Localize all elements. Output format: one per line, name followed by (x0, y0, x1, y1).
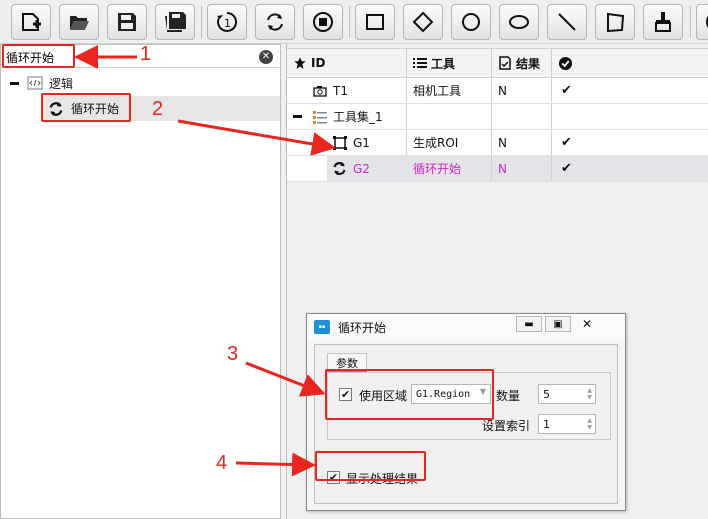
annotation-box-3 (325, 369, 494, 420)
run-once-button[interactable]: 1 (207, 4, 247, 40)
list-icon (413, 58, 427, 68)
maximize-button[interactable]: ▣ (545, 316, 571, 332)
tree-item-logic[interactable]: 逻辑 (27, 72, 73, 94)
rectangle-roi-button[interactable] (355, 4, 395, 40)
id-cell: 工具集_1 (287, 104, 407, 129)
dialog-title: 循环开始 (338, 320, 387, 335)
tree-item-label: 逻辑 (49, 76, 74, 91)
column-header-id[interactable]: ID (287, 49, 407, 77)
column-header-result[interactable]: 结果 (492, 49, 552, 77)
clock-icon (706, 16, 708, 28)
dialog-title-bar[interactable]: ▪▪ 循环开始 ▬ ▣ ✕ (307, 314, 625, 340)
result-cell: N (492, 156, 552, 181)
rectangle-roi-icon (333, 135, 347, 150)
camera-icon (313, 85, 327, 97)
enabled-checkbox[interactable]: ✔ (552, 156, 708, 181)
enabled-checkbox[interactable]: ✔ (552, 78, 708, 103)
column-header-enabled[interactable] (552, 49, 708, 77)
toolset-icon (313, 110, 327, 124)
spin-arrows-icon[interactable]: ▲ ▼ (587, 387, 592, 401)
loop-icon (333, 162, 346, 175)
polygon-roi-button[interactable] (595, 4, 635, 40)
result-doc-icon (499, 56, 511, 70)
result-cell (492, 104, 552, 129)
save-all-button[interactable] (155, 4, 195, 40)
rotated-rect-roi-icon (412, 11, 434, 33)
tool-cell: 相机工具 (407, 78, 492, 103)
ellipse-roi-icon (509, 15, 529, 29)
run-once-icon: 1 (217, 11, 238, 32)
count-spinbox[interactable]: 5 ▲ ▼ (538, 384, 596, 404)
table-row[interactable]: G2 循环开始 N ✔ (287, 156, 708, 182)
open-button[interactable] (59, 4, 99, 40)
annotation-number-2: 2 (152, 98, 164, 120)
index-spinbox[interactable]: 1 ▲ ▼ (538, 414, 596, 434)
annotation-number-1: 1 (140, 43, 152, 65)
brush-icon (655, 12, 671, 32)
annotation-box-1 (2, 44, 75, 68)
table-row[interactable]: 工具集_1 (287, 104, 708, 130)
stop-icon (313, 12, 333, 32)
svg-text:1: 1 (224, 17, 231, 30)
column-header-tool[interactable]: 工具 (407, 49, 492, 77)
annotation-number-4: 4 (216, 452, 228, 474)
code-file-icon (27, 76, 43, 90)
circle-roi-button[interactable] (451, 4, 491, 40)
grid-header: ID 工具 结果 (287, 48, 708, 78)
polygon-roi-icon (607, 12, 625, 33)
result-cell: N (492, 78, 552, 103)
open-folder-icon (70, 16, 89, 30)
save-button[interactable] (107, 4, 147, 40)
stop-button[interactable] (303, 4, 343, 40)
brush-button[interactable] (643, 4, 683, 40)
toolbar-separator (349, 6, 350, 38)
spin-arrows-icon[interactable]: ▲ ▼ (587, 417, 592, 431)
enabled-cell (552, 104, 708, 129)
clear-search-icon[interactable]: ✕ (259, 50, 273, 64)
annotation-number-3: 3 (227, 343, 239, 365)
tool-cell: 生成ROI (407, 130, 492, 155)
count-label: 数量 (496, 389, 521, 403)
table-row[interactable]: T1 相机工具 N ✔ (287, 78, 708, 104)
id-cell: G2 (287, 156, 407, 182)
main-toolbar: 1 (0, 0, 708, 44)
enabled-checkbox[interactable]: ✔ (552, 130, 708, 155)
rectangle-roi-icon (366, 14, 384, 30)
rotated-rect-roi-button[interactable] (403, 4, 443, 40)
close-button[interactable]: ✕ (574, 316, 600, 332)
id-cell: G1 (287, 130, 407, 155)
minimize-button[interactable]: ▬ (516, 316, 542, 332)
id-cell: T1 (287, 78, 407, 103)
table-row[interactable]: G1 生成ROI N ✔ (287, 130, 708, 156)
collapse-icon[interactable] (10, 82, 19, 85)
clock-button[interactable] (696, 4, 708, 40)
result-cell: N (492, 130, 552, 155)
star-icon (294, 57, 306, 69)
ellipse-roi-button[interactable] (499, 4, 539, 40)
add-button[interactable] (11, 4, 51, 40)
annotation-box-2 (41, 93, 131, 122)
toolbar-separator (690, 6, 691, 38)
run-loop-icon (267, 13, 283, 31)
circle-roi-icon (462, 13, 480, 31)
tool-cell (407, 104, 492, 129)
save-icon (118, 13, 136, 31)
annotation-box-4 (315, 451, 426, 481)
line-roi-icon (558, 13, 576, 31)
app-logo-icon: ▪▪ (314, 320, 330, 334)
tool-cell: 循环开始 (407, 156, 492, 181)
toolbar-separator (201, 6, 202, 38)
save-all-icon (165, 12, 186, 32)
line-roi-button[interactable] (547, 4, 587, 40)
run-loop-button[interactable] (255, 4, 295, 40)
add-icon (22, 13, 41, 31)
check-circle-icon (558, 56, 573, 70)
